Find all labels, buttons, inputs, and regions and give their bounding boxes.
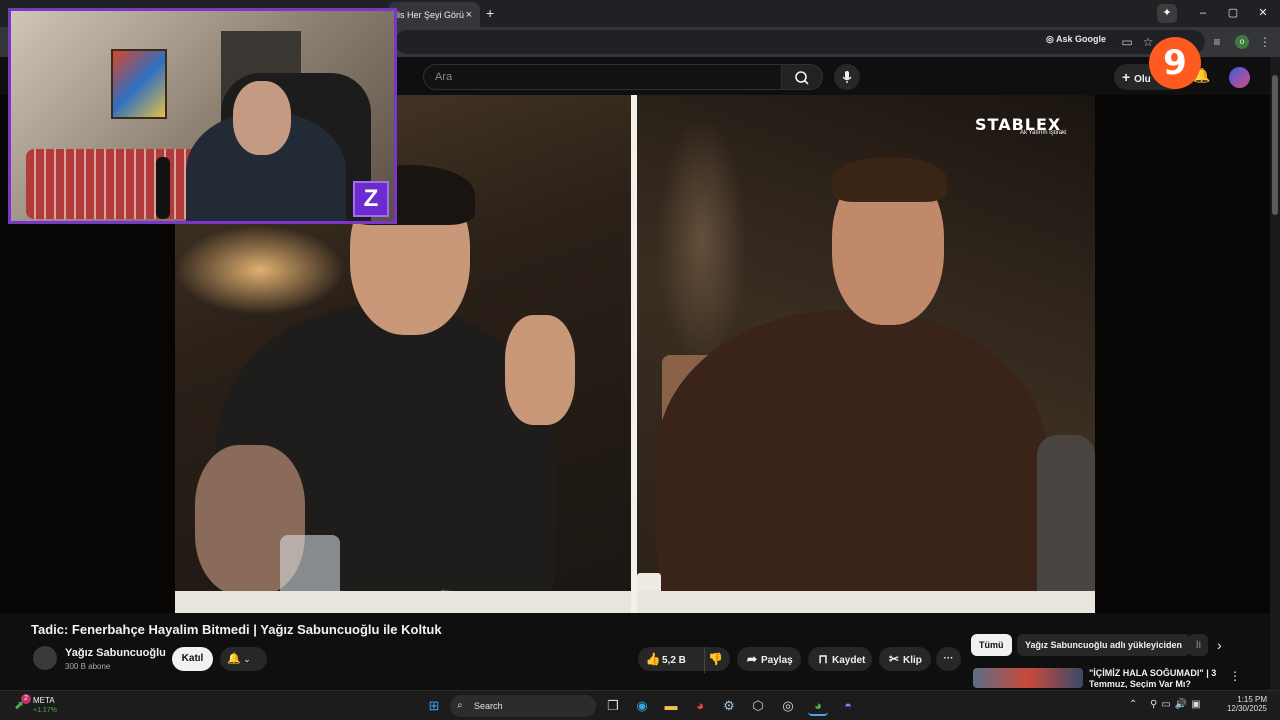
recommended-title[interactable]: "İÇİMİZ HALA SOĞUMADI" | 3 Temmuz, Seçim… — [1089, 668, 1224, 688]
plaid-sofa — [26, 149, 206, 219]
obs-icon[interactable]: ◎ — [778, 696, 798, 716]
share-icon: ➦ — [746, 652, 758, 666]
scrollbar-thumb[interactable] — [1272, 75, 1278, 215]
gemini-icon[interactable]: ✦ — [1157, 4, 1177, 23]
like-count: 5,2 B — [662, 655, 686, 666]
stock-change: +1.17% — [33, 707, 57, 714]
create-label: Olu — [1134, 74, 1151, 85]
share-label: Paylaş — [761, 655, 793, 666]
sponsor-subtitle: Ak Yatırım İştiraki — [1020, 130, 1067, 136]
close-tab-icon[interactable]: × — [466, 9, 472, 21]
join-button[interactable]: Katıl — [172, 647, 213, 671]
chair-back — [1037, 435, 1095, 610]
chrome-icon[interactable]: ◕ — [690, 696, 710, 716]
wall-painting — [111, 49, 167, 119]
new-tab-button[interactable]: + — [486, 5, 494, 21]
stock-widget[interactable]: ⬈ 2 META +1.17% — [14, 694, 74, 718]
cast-icon[interactable]: ▭ — [1119, 34, 1135, 50]
thumbs-up-icon: 👍 — [645, 652, 661, 666]
clock[interactable]: 1:15 PM 12/30/2025 — [1215, 695, 1267, 713]
save-label: Kaydet — [832, 655, 866, 666]
host-hand — [505, 315, 575, 425]
file-explorer-icon[interactable]: ▬ — [661, 696, 681, 716]
chip-uploader[interactable]: Yağız Sabuncuoğlu adlı yükleyiciden — [1017, 634, 1191, 656]
stock-name: META — [33, 696, 55, 705]
recommended-thumbnail[interactable] — [973, 668, 1083, 688]
share-button[interactable]: ➦ Paylaş — [737, 647, 801, 671]
tray-icons[interactable]: ⚲▭🔊▣ — [1150, 699, 1205, 710]
app-icon[interactable]: ⬡ — [748, 696, 768, 716]
plus-icon: + — [1122, 69, 1135, 85]
mic-icon — [842, 71, 852, 83]
chip-related[interactable]: İl — [1188, 634, 1208, 656]
guest-hair — [832, 157, 947, 202]
clip-button[interactable]: ✂ Klip — [879, 647, 931, 671]
stock-badge: 2 — [21, 694, 31, 704]
bell-icon: 🔔 — [227, 653, 241, 665]
chevron-right-icon[interactable]: › — [1217, 637, 1222, 653]
start-icon[interactable]: ⊞ — [424, 696, 444, 716]
ask-google-label: Ask Google — [1056, 34, 1107, 44]
clock-time: 1:15 PM — [1237, 695, 1267, 704]
video-right-panel — [637, 95, 1095, 613]
streamer-head — [233, 81, 291, 155]
like-button[interactable]: 👍 5,2 B — [638, 652, 686, 666]
dislike-button[interactable]: 👎 — [704, 647, 726, 673]
steam-icon[interactable]: ⚙ — [719, 696, 739, 716]
recommended-more-icon[interactable]: ⋮ — [1229, 669, 1241, 683]
tab-title: lis Her Şeyi Görü — [396, 9, 465, 20]
table-left — [175, 591, 631, 613]
subscription-bell-button[interactable]: 🔔 ⌄ — [220, 647, 267, 671]
chip-all[interactable]: Tümü — [971, 634, 1012, 656]
clock-date: 12/30/2025 — [1226, 704, 1267, 713]
account-avatar[interactable] — [1229, 67, 1250, 88]
discord-icon[interactable]: ◓ — [838, 696, 858, 716]
search-button[interactable] — [781, 64, 823, 90]
profile-avatar[interactable]: o — [1235, 35, 1249, 49]
windows-taskbar: ⬈ 2 META +1.17% ⊞ ⌕ Search ❐ ◉ ▬ ◕ ⚙ ⬡ ◎… — [0, 690, 1280, 720]
minimize-button[interactable]: – — [1189, 4, 1217, 22]
clip-label: Klip — [903, 655, 922, 666]
channel-name[interactable]: Yağız Sabuncuoğlu — [65, 647, 166, 659]
chrome-menu-icon[interactable]: ⋮ — [1257, 34, 1273, 50]
thumbs-down-icon: 👎 — [708, 652, 723, 666]
guest-body — [657, 310, 1047, 610]
taskbar-search-icon: ⌕ — [457, 700, 463, 711]
save-button[interactable]: ⊓ Kaydet — [808, 647, 872, 671]
streamer-webcam: Z — [8, 8, 397, 224]
microphone — [156, 157, 170, 219]
chrome-active-icon[interactable]: ◕ — [808, 696, 828, 716]
more-actions-button[interactable]: ··· — [936, 647, 961, 671]
extension-badge: 9 — [1149, 37, 1201, 89]
channel-logo: Z — [353, 181, 389, 217]
edge-icon[interactable]: ◉ — [632, 696, 652, 716]
search-icon — [795, 71, 809, 85]
lamp-glow — [175, 225, 345, 315]
table-right — [637, 591, 1095, 613]
subscriber-count: 300 B abone — [65, 662, 111, 671]
search-input[interactable]: Ara — [423, 64, 782, 90]
tray-chevron-up-icon[interactable]: ⌃ — [1129, 699, 1137, 710]
voice-search-button[interactable] — [834, 64, 860, 90]
browser-tab[interactable]: lis Her Şeyi Görü × — [388, 2, 480, 27]
video-title: Tadic: Fenerbahçe Hayalim Bitmedi | Yağı… — [31, 622, 442, 637]
ask-google-button[interactable]: ◎ Ask Google — [1046, 34, 1106, 45]
bookmark-icon: ⊓ — [818, 652, 828, 666]
task-view-icon[interactable]: ❐ — [603, 696, 623, 716]
reading-list-icon[interactable]: ≡ — [1209, 34, 1225, 50]
plant — [657, 115, 747, 365]
taskbar-search[interactable]: ⌕ Search — [450, 695, 596, 717]
close-window-button[interactable]: ✕ — [1249, 4, 1277, 22]
scissors-icon: ✂ — [888, 652, 900, 666]
channel-avatar[interactable] — [33, 646, 57, 670]
taskbar-search-label: Search — [474, 701, 503, 711]
like-dislike-group: 👍 5,2 B 👎 — [638, 647, 730, 673]
chevron-down-icon: ⌄ — [240, 654, 251, 664]
maximize-button[interactable]: ▢ — [1219, 4, 1247, 22]
lens-icon: ◎ — [1046, 34, 1057, 44]
